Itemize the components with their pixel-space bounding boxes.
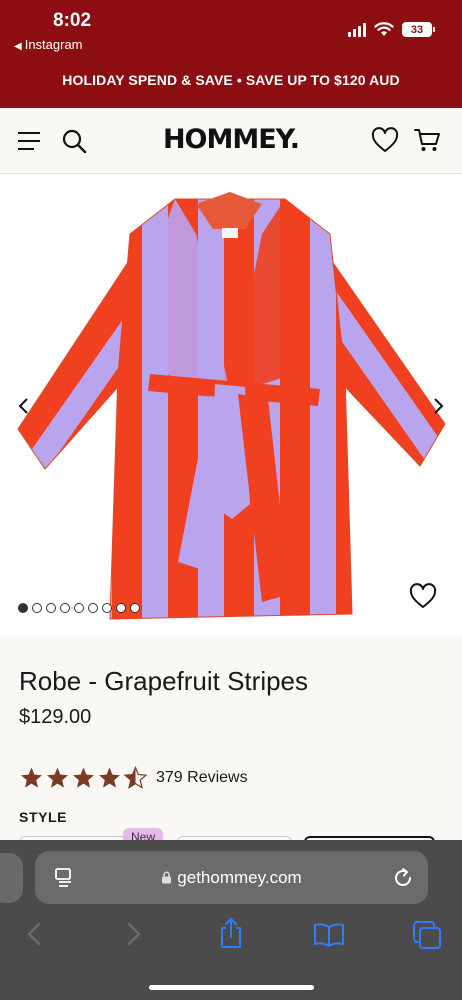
address-bar[interactable]: gethommey.com — [35, 851, 428, 904]
product-price: $129.00 — [19, 706, 92, 728]
url-display[interactable]: gethommey.com — [35, 868, 428, 888]
gallery-dot[interactable] — [60, 603, 70, 613]
wishlist-button[interactable] — [370, 126, 400, 154]
gallery-dot[interactable] — [88, 603, 98, 613]
home-indicator — [149, 985, 314, 990]
back-to-app-link[interactable]: ◀ Instagram — [14, 37, 83, 52]
site-header: HOMMEY. — [0, 108, 462, 174]
star-icon — [47, 767, 68, 788]
product-rating[interactable]: 379 Reviews — [19, 766, 248, 790]
gallery-dot[interactable] — [130, 603, 140, 613]
status-time: 8:02 — [53, 10, 92, 31]
url-text: gethommey.com — [177, 868, 302, 887]
gallery-dot[interactable] — [46, 603, 56, 613]
star-icon — [21, 767, 42, 788]
promo-banner-text[interactable]: HOLIDAY SPEND & SAVE • SAVE UP TO $120 A… — [0, 72, 462, 88]
forward-icon[interactable] — [124, 920, 144, 948]
product-title: Robe - Grapefruit Stripes — [19, 666, 309, 696]
bookmarks-icon[interactable] — [313, 922, 345, 948]
cellular-signal-icon — [348, 22, 366, 37]
status-icons: 33 — [348, 22, 435, 37]
reviews-count[interactable]: 379 Reviews — [156, 769, 248, 787]
tabs-icon[interactable] — [412, 920, 442, 950]
style-label: STYLE — [19, 809, 68, 825]
half-star-icon — [123, 766, 148, 789]
rating-stars — [19, 766, 148, 790]
reload-icon[interactable] — [392, 867, 414, 889]
gallery-pagination — [18, 603, 140, 613]
heart-icon — [371, 127, 399, 152]
star-icon — [73, 767, 94, 788]
gallery-dot[interactable] — [116, 603, 126, 613]
gallery-next-arrow-icon[interactable] — [428, 396, 448, 416]
browser-toolbar: gethommey.com — [0, 840, 462, 1000]
top-banner-area: 8:02 ◀ Instagram 33 HOLIDAY SPEND & SAVE … — [0, 0, 462, 108]
star-icon — [99, 767, 120, 788]
lock-icon — [162, 871, 172, 884]
product-gallery[interactable] — [0, 174, 462, 636]
battery-level: 33 — [410, 23, 424, 36]
gallery-dot[interactable] — [32, 603, 42, 613]
robe-image — [17, 192, 446, 620]
cart-icon — [414, 129, 440, 151]
gallery-dot[interactable] — [74, 603, 84, 613]
back-icon[interactable] — [24, 920, 44, 948]
gallery-dot[interactable] — [18, 603, 28, 613]
gallery-dot[interactable] — [102, 603, 112, 613]
wifi-icon — [374, 22, 394, 36]
share-icon[interactable] — [217, 916, 245, 950]
gallery-prev-arrow-icon[interactable] — [14, 396, 34, 416]
back-app-label: Instagram — [24, 37, 83, 52]
battery-icon: 33 — [402, 22, 435, 37]
previous-tab-preview[interactable] — [0, 853, 23, 903]
cart-button[interactable] — [412, 125, 442, 155]
back-triangle-icon: ◀ — [14, 41, 22, 52]
favorite-heart-icon[interactable] — [409, 583, 437, 609]
